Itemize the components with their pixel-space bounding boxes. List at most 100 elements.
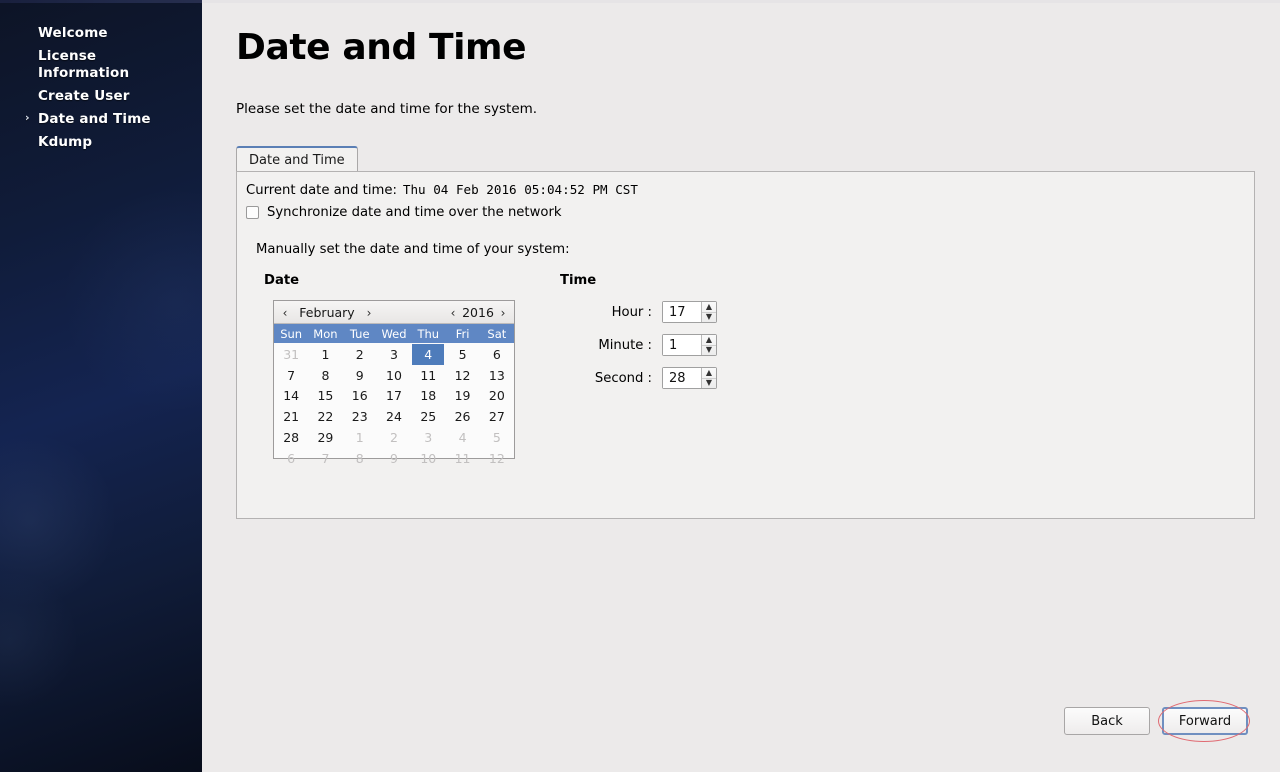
calendar-day[interactable]: 26	[446, 406, 478, 427]
calendar-day[interactable]: 6	[481, 344, 513, 365]
calendar-day[interactable]: 3	[378, 344, 410, 365]
second-decrement-icon[interactable]: ▼	[702, 379, 716, 389]
manual-set-label: Manually set the date and time of your s…	[256, 242, 570, 257]
date-section-heading: Date	[264, 273, 300, 288]
current-date-time-value: Thu 04 Feb 2016 05:04:52 PM CST	[402, 182, 638, 197]
calendar-next-month-icon[interactable]: ›	[362, 306, 376, 320]
time-section-heading: Time	[560, 273, 597, 288]
calendar-day[interactable]: 20	[481, 386, 513, 407]
calendar-day[interactable]: 1	[309, 344, 341, 365]
main-top-strip	[202, 0, 1280, 3]
calendar-day[interactable]: 7	[309, 448, 341, 469]
minute-stepper-buttons: ▲ ▼	[701, 335, 716, 355]
sync-network-checkbox[interactable]	[246, 206, 259, 219]
sidebar-item-label: License Information	[38, 48, 130, 81]
calendar-day[interactable]: 19	[446, 386, 478, 407]
calendar-day[interactable]: 2	[378, 427, 410, 448]
sidebar-item-date-and-time[interactable]: › Date and Time	[0, 108, 202, 131]
calendar-day[interactable]: 8	[309, 365, 341, 386]
date-time-panel: Current date and time: Thu 04 Feb 2016 05…	[236, 171, 1255, 519]
second-increment-icon[interactable]: ▲	[702, 368, 716, 379]
calendar-dayname-thu: Thu	[417, 326, 440, 341]
calendar-day[interactable]: 15	[309, 386, 341, 407]
calendar-month-label: February	[299, 305, 355, 320]
installer-window: Welcome License Information Create User › Da…	[0, 0, 1280, 772]
calendar-dayname-mon: Mon	[313, 326, 338, 341]
minute-decrement-icon[interactable]: ▼	[702, 346, 716, 356]
forward-button[interactable]: Forward	[1162, 707, 1248, 735]
calendar-day[interactable]: 10	[378, 365, 410, 386]
calendar-day[interactable]: 2	[344, 344, 376, 365]
calendar-next-year-icon[interactable]: ›	[496, 306, 510, 320]
calendar-day[interactable]: 4	[446, 427, 478, 448]
back-button[interactable]: Back	[1064, 707, 1150, 735]
minute-stepper[interactable]: 1 ▲ ▼	[662, 334, 717, 356]
page-title: Date and Time	[236, 27, 527, 68]
sidebar-item-welcome[interactable]: Welcome	[0, 22, 202, 45]
hour-decrement-icon[interactable]: ▼	[702, 313, 716, 323]
calendar-prev-year-icon[interactable]: ‹	[446, 306, 460, 320]
calendar-day[interactable]: 28	[275, 427, 307, 448]
second-label: Second :	[594, 370, 652, 386]
calendar-day[interactable]: 24	[378, 406, 410, 427]
hour-stepper[interactable]: 17 ▲ ▼	[662, 301, 717, 323]
minute-increment-icon[interactable]: ▲	[702, 335, 716, 346]
calendar-year-nav: ‹ 2016 ›	[446, 301, 510, 324]
calendar-dayname-sun: Sun	[280, 326, 303, 341]
calendar-day[interactable]: 16	[344, 386, 376, 407]
sidebar-nav-list: Welcome License Information Create User › Da…	[0, 22, 202, 154]
calendar-day[interactable]: 7	[275, 365, 307, 386]
calendar-day-grid[interactable]: 31 1 2 3 4 5 6 7 8 9 10 11 12 13 14 15 16 17 18 19 20 21 22 23 2…	[274, 343, 514, 469]
calendar-day[interactable]: 9	[378, 448, 410, 469]
second-stepper[interactable]: 28 ▲ ▼	[662, 367, 717, 389]
calendar-dayname-tue: Tue	[349, 326, 370, 341]
calendar-dayname-sat: Sat	[487, 326, 507, 341]
hour-input[interactable]: 17	[663, 302, 701, 322]
calendar-day[interactable]: 12	[481, 448, 513, 469]
main-content: Date and Time Please set the date and ti…	[202, 0, 1280, 772]
sidebar-item-label: Kdump	[38, 134, 93, 150]
calendar-day[interactable]: 29	[309, 427, 341, 448]
sidebar-item-label: Welcome	[38, 25, 108, 41]
calendar-day-selected[interactable]: 4	[412, 344, 445, 365]
sync-network-row[interactable]: Synchronize date and time over the netwo…	[246, 205, 562, 220]
calendar-day[interactable]: 23	[344, 406, 376, 427]
calendar-day[interactable]: 1	[344, 427, 376, 448]
calendar-day[interactable]: 31	[275, 344, 307, 365]
current-date-time-row: Current date and time: Thu 04 Feb 2016 05…	[246, 182, 638, 198]
calendar-day[interactable]: 21	[275, 406, 307, 427]
calendar-day[interactable]: 18	[412, 386, 444, 407]
calendar-day[interactable]: 11	[446, 448, 478, 469]
calendar-day[interactable]: 6	[275, 448, 307, 469]
tab-strip: Date and Time	[236, 146, 1255, 172]
calendar-day[interactable]: 5	[446, 344, 478, 365]
sidebar-item-label: Create User	[38, 88, 130, 104]
sidebar-item-kdump[interactable]: Kdump	[0, 131, 202, 154]
tab-date-and-time[interactable]: Date and Time	[236, 146, 358, 172]
calendar-day[interactable]: 11	[412, 365, 444, 386]
second-stepper-buttons: ▲ ▼	[701, 368, 716, 388]
calendar-prev-month-icon[interactable]: ‹	[278, 306, 292, 320]
second-input[interactable]: 28	[663, 368, 701, 388]
calendar-day[interactable]: 13	[481, 365, 513, 386]
sidebar: Welcome License Information Create User › Da…	[0, 0, 202, 772]
calendar-day[interactable]: 14	[275, 386, 307, 407]
calendar-day[interactable]: 5	[481, 427, 513, 448]
calendar-day[interactable]: 8	[344, 448, 376, 469]
sidebar-item-license-information[interactable]: License Information	[0, 45, 202, 85]
calendar-widget[interactable]: ‹ February › ‹ 2016 › Sun Mon Tue Wed Thu Fri…	[273, 300, 515, 466]
calendar-day[interactable]: 3	[412, 427, 444, 448]
calendar-day[interactable]: 27	[481, 406, 513, 427]
minute-input[interactable]: 1	[663, 335, 701, 355]
calendar-day[interactable]: 17	[378, 386, 410, 407]
hour-stepper-buttons: ▲ ▼	[701, 302, 716, 322]
calendar-day[interactable]: 12	[446, 365, 478, 386]
calendar-day[interactable]: 10	[412, 448, 444, 469]
calendar-day[interactable]: 25	[412, 406, 444, 427]
calendar-day[interactable]: 22	[309, 406, 341, 427]
sidebar-item-label: Date and Time	[38, 111, 151, 127]
calendar-day[interactable]: 9	[344, 365, 376, 386]
sync-network-label: Synchronize date and time over the netwo…	[267, 205, 562, 220]
sidebar-item-create-user[interactable]: Create User	[0, 85, 202, 108]
hour-increment-icon[interactable]: ▲	[702, 302, 716, 313]
